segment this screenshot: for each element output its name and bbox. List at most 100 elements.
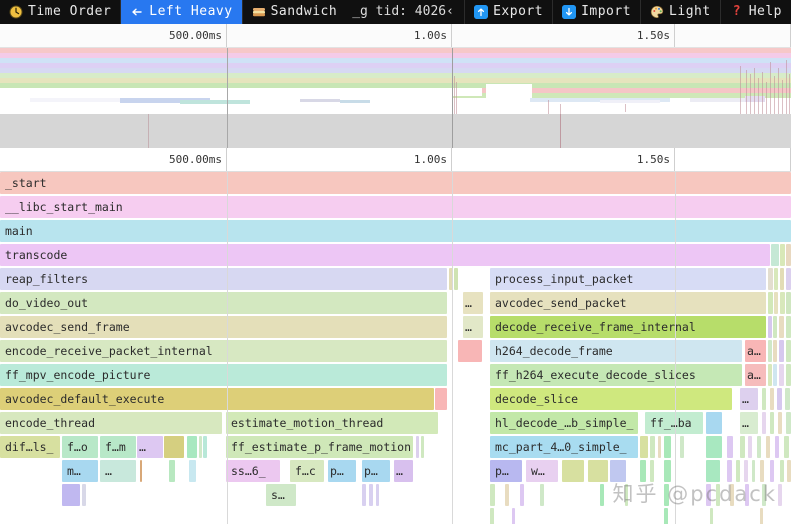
flame-frame[interactable]: f…o [62, 436, 98, 458]
flame-frame[interactable] [773, 316, 777, 338]
flame-frame[interactable] [706, 412, 722, 434]
flame-frame[interactable] [778, 412, 782, 434]
flame-frame[interactable]: encode_thread [0, 412, 222, 434]
flame-frame[interactable]: hl_decode_…b_simple_ [490, 412, 638, 434]
flame-frame[interactable]: decode_slice [490, 388, 732, 410]
flame-frame[interactable] [779, 340, 784, 362]
flame-frame[interactable] [785, 388, 790, 410]
overview-minimap[interactable] [0, 48, 791, 148]
flame-frame[interactable] [140, 460, 142, 482]
toolbar-sandwich[interactable]: Sandwich [243, 0, 347, 24]
flame-frame[interactable] [770, 460, 774, 482]
flame-frame[interactable]: … [137, 436, 163, 458]
flame-frame[interactable] [625, 484, 628, 506]
flame-frame[interactable]: reap_filters [0, 268, 447, 290]
flame-frame[interactable] [771, 244, 779, 266]
toolbar-left-heavy[interactable]: Left Heavy [121, 0, 242, 24]
toolbar-export[interactable]: Export [465, 0, 552, 24]
flame-frame[interactable] [770, 412, 774, 434]
flame-frame[interactable] [706, 460, 720, 482]
flame-frame[interactable] [762, 388, 766, 410]
minimap-selection[interactable] [452, 48, 791, 148]
flame-frame[interactable]: mc_part_4…0_simple_ [490, 436, 638, 458]
flame-frame[interactable] [562, 460, 584, 482]
flame-frame[interactable] [727, 436, 733, 458]
flame-frame[interactable]: … [394, 460, 413, 482]
flame-frame[interactable]: a… [745, 340, 766, 362]
flame-frame[interactable] [189, 460, 196, 482]
flame-frame[interactable] [779, 316, 784, 338]
flame-frame[interactable] [786, 268, 791, 290]
flame-frame[interactable]: avcodec_send_frame [0, 316, 447, 338]
flame-frame[interactable] [706, 436, 722, 458]
flame-frame[interactable] [775, 436, 779, 458]
flame-frame[interactable] [786, 340, 791, 362]
flame-frame[interactable] [505, 484, 509, 506]
flame-frame[interactable] [664, 436, 671, 458]
flame-frame[interactable]: avcodec_send_packet [490, 292, 766, 314]
flame-frame[interactable]: p… [490, 460, 522, 482]
flame-frame[interactable] [540, 484, 544, 506]
flame-frame[interactable] [757, 436, 761, 458]
flame-frame[interactable]: encode_receive_packet_internal [0, 340, 447, 362]
flame-frame[interactable]: … [463, 316, 483, 338]
flamegraph[interactable]: _start __libc_start_main main transcode reap… [0, 172, 791, 524]
toolbar-import[interactable]: Import [553, 0, 640, 24]
flame-frame[interactable] [774, 292, 778, 314]
flame-frame[interactable] [744, 460, 748, 482]
flame-frame[interactable] [650, 460, 654, 482]
flame-frame[interactable] [748, 436, 752, 458]
flame-frame[interactable] [770, 388, 774, 410]
flame-frame[interactable] [780, 460, 784, 482]
flame-frame[interactable] [664, 484, 669, 506]
flame-frame[interactable] [362, 484, 366, 506]
flame-frame[interactable] [768, 292, 773, 314]
flame-frame[interactable] [780, 244, 785, 266]
flame-frame[interactable] [773, 340, 777, 362]
flame-frame[interactable]: s… [266, 484, 296, 506]
flame-frame[interactable] [710, 508, 713, 524]
flame-frame[interactable] [768, 364, 772, 386]
flame-frame[interactable] [650, 436, 655, 458]
flame-frame[interactable] [376, 484, 379, 506]
toolbar-light[interactable]: Light [641, 0, 720, 24]
flame-frame[interactable] [490, 508, 494, 524]
flame-frame[interactable] [740, 436, 745, 458]
flame-frame[interactable] [610, 460, 626, 482]
flame-frame[interactable] [588, 460, 608, 482]
flame-frame[interactable] [786, 412, 791, 434]
flame-frame[interactable] [458, 340, 482, 362]
flame-frame[interactable]: a… [745, 364, 766, 386]
flame-frame[interactable]: w… [526, 460, 558, 482]
flame-frame[interactable] [187, 436, 197, 458]
flame-frame[interactable] [760, 508, 763, 524]
flame-frame[interactable] [736, 460, 740, 482]
flame-frame[interactable] [640, 436, 648, 458]
flame-frame[interactable] [490, 484, 495, 506]
flame-frame[interactable] [768, 340, 772, 362]
flame-frame[interactable] [779, 364, 784, 386]
flame-frame[interactable] [780, 268, 784, 290]
flame-frame[interactable]: do_video_out [0, 292, 447, 314]
flame-frame[interactable] [716, 484, 720, 506]
flame-frame[interactable] [664, 508, 668, 524]
flame-frame[interactable]: f…m [100, 436, 136, 458]
flame-frame[interactable]: dif…ls_ [0, 436, 60, 458]
flame-frame[interactable] [62, 484, 80, 506]
flame-frame[interactable]: _start [0, 172, 791, 194]
flame-frame[interactable] [369, 484, 373, 506]
flame-frame[interactable]: ss…6_ [226, 460, 280, 482]
flame-frame[interactable]: h264_decode_frame [490, 340, 742, 362]
flame-frame[interactable] [787, 460, 791, 482]
flame-frame[interactable]: … [740, 388, 758, 410]
toolbar-time-order[interactable]: Time Order [0, 0, 120, 24]
flame-frame[interactable] [680, 436, 684, 458]
toolbar-help[interactable]: ? Help [721, 0, 791, 24]
flame-frame[interactable]: p… [362, 460, 390, 482]
flame-frame[interactable]: process_input_packet [490, 268, 766, 290]
flame-frame[interactable] [784, 436, 789, 458]
flame-frame[interactable] [640, 460, 646, 482]
flame-frame[interactable]: __libc_start_main [0, 196, 791, 218]
flame-frame[interactable] [777, 388, 782, 410]
flame-frame[interactable] [600, 484, 604, 506]
